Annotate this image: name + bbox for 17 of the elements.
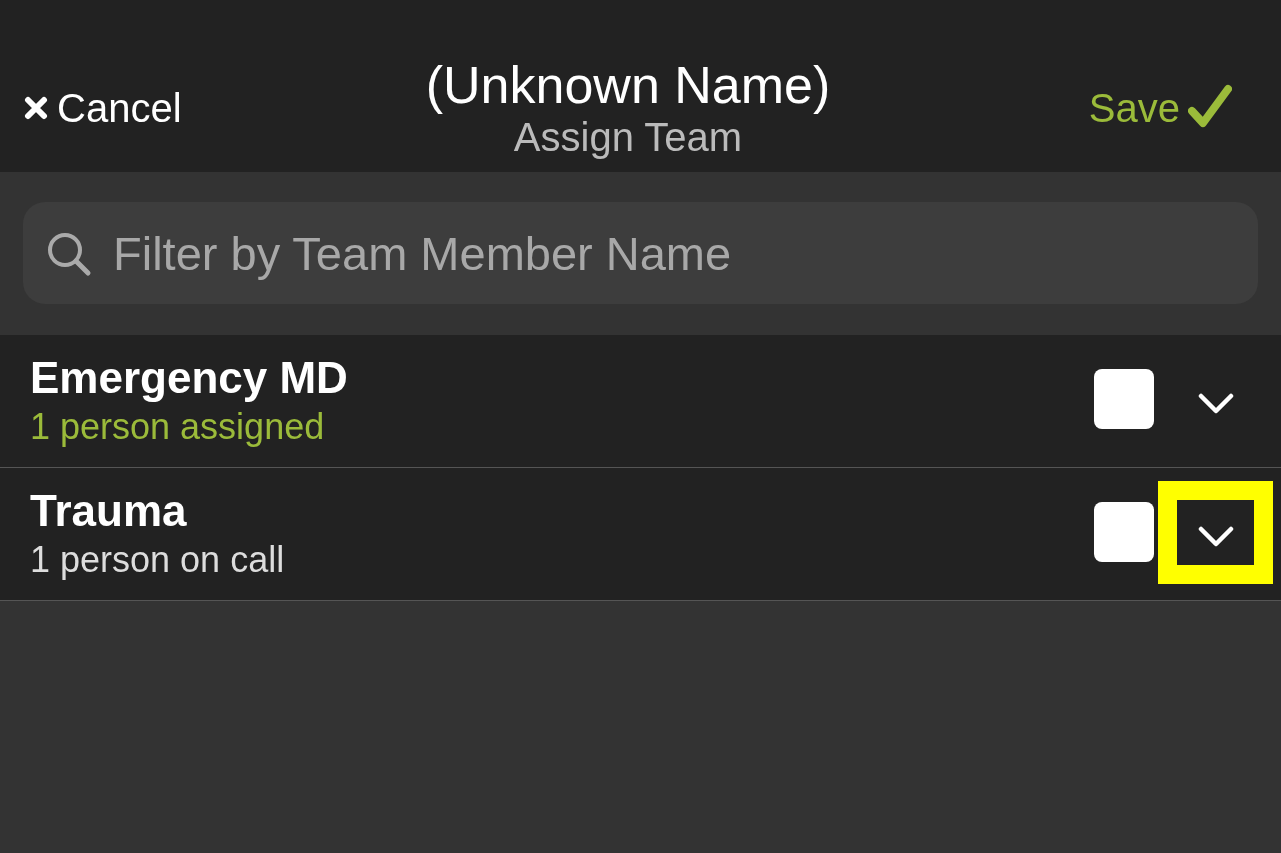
screen-subtitle: Assign Team xyxy=(513,114,743,160)
cancel-button[interactable]: Cancel xyxy=(24,84,182,131)
check-icon xyxy=(1188,83,1232,128)
checkbox[interactable] xyxy=(1094,369,1154,429)
search-icon xyxy=(46,231,92,277)
chevron-icon xyxy=(1197,525,1234,548)
screen-title: (Unknown Name) xyxy=(425,55,831,114)
team-status: 1 person assigned xyxy=(30,405,325,449)
chevron-icon xyxy=(1197,392,1234,415)
team-row[interactable]: Emergency MD 1 person assigned xyxy=(0,335,1281,468)
team-name: Emergency MD xyxy=(30,353,348,403)
save-button[interactable]: Save xyxy=(1088,84,1232,131)
close-icon xyxy=(24,95,48,120)
search-field[interactable]: Filter by Team Member Name xyxy=(23,202,1258,304)
checkbox[interactable] xyxy=(1094,502,1154,562)
team-status: 1 person on call xyxy=(30,538,285,582)
team-name: Trauma xyxy=(30,486,187,536)
